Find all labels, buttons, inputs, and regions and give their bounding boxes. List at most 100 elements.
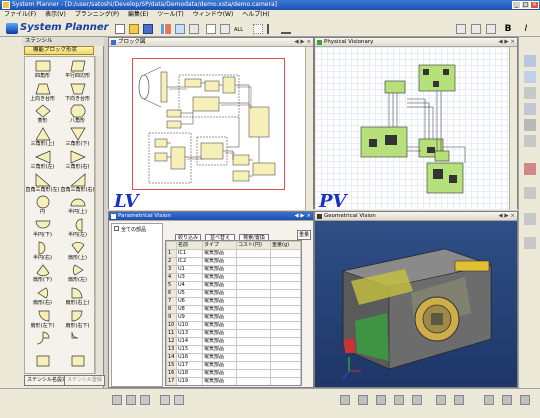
table-cell[interactable]: U13 [176, 329, 203, 338]
table-row[interactable]: 6 U5 電気部品 [166, 289, 301, 298]
distribute-icon[interactable] [160, 395, 170, 405]
stencil-shape[interactable]: 扇形(右) [25, 284, 60, 306]
table-cell[interactable]: 電気部品 [202, 305, 237, 314]
table-cell[interactable]: 電気部品 [202, 369, 237, 378]
stencil-shape[interactable]: 半円(上) [60, 193, 94, 215]
text-color-icon[interactable] [455, 23, 467, 35]
lv-scrollbar[interactable] [305, 47, 313, 210]
measure-icon[interactable] [524, 163, 536, 175]
menu-file[interactable]: ファイル(F) [4, 11, 36, 18]
stencil-shape[interactable]: 扇形(下) [25, 261, 60, 283]
section-icon[interactable] [524, 187, 536, 199]
pv-scrollbar[interactable] [509, 47, 517, 210]
new-file-icon[interactable] [114, 23, 126, 35]
view-side-icon[interactable] [524, 87, 536, 99]
stencil-shape[interactable]: 四角形 [25, 57, 60, 79]
table-cell[interactable]: 電気部品 [202, 281, 237, 290]
table-cell[interactable]: U19 [176, 377, 203, 385]
minimize-button[interactable]: _ [512, 1, 521, 9]
table-row[interactable]: 5 U4 電気部品 [166, 281, 301, 290]
table-cell[interactable]: U6 [176, 297, 203, 306]
table-cell[interactable] [270, 345, 301, 354]
stencil-shape[interactable]: 三角形(下) [60, 125, 94, 147]
group-icon[interactable] [174, 395, 184, 405]
light-icon[interactable] [412, 395, 422, 405]
menu-help[interactable]: ヘルプ(H) [242, 11, 269, 18]
table-row[interactable]: 14 U16 電気部品 [166, 353, 301, 362]
stencil-shape[interactable]: 直角三角形(右) [60, 171, 94, 193]
zoom-all-icon[interactable]: ALL [233, 23, 245, 35]
table-cell[interactable] [271, 386, 301, 387]
pan-icon[interactable] [524, 119, 536, 131]
stencil-shape[interactable] [25, 329, 60, 351]
weight-button[interactable]: 重量 [297, 230, 311, 240]
help-icon[interactable] [502, 395, 512, 405]
table-row[interactable]: 10 U10 電気部品 [166, 321, 301, 330]
stencil-shape[interactable]: 下向き台形 [60, 80, 94, 102]
line-color-icon[interactable] [485, 23, 497, 35]
pv-panel-controls[interactable]: ◀ ▶ × [498, 38, 515, 47]
menu-planning[interactable]: プランニング(P) [75, 11, 119, 18]
table-row[interactable]: 15 U17 電気部品 [166, 361, 301, 370]
view-top-icon[interactable] [524, 71, 536, 83]
lv-block-diagram[interactable] [109, 47, 307, 210]
table-cell[interactable] [270, 289, 301, 298]
col-weight[interactable]: 重量(g) [270, 241, 301, 250]
close-button[interactable]: × [530, 1, 539, 9]
table-cell[interactable] [270, 369, 301, 378]
stencil-shape[interactable]: 扇形(右上) [60, 284, 94, 306]
table-cell[interactable] [236, 297, 271, 306]
table-cell[interactable]: 電気部品 [202, 353, 237, 362]
table-cell[interactable]: 電気部品 [202, 265, 237, 274]
table-cell[interactable]: 電気部品 [202, 297, 237, 306]
stencil-shape[interactable]: 三角形(右) [60, 148, 94, 170]
stencil-shape[interactable]: 三角形(左) [25, 148, 60, 170]
table-cell[interactable]: 電気部品 [202, 345, 237, 354]
bold-icon[interactable]: B [502, 23, 514, 35]
menu-view[interactable]: 表示(V) [45, 11, 66, 18]
align-center-icon[interactable] [126, 395, 136, 405]
more-icon[interactable] [520, 395, 530, 405]
table-cell[interactable] [236, 289, 271, 298]
table-row[interactable]: 3 U1 電気部品 [166, 265, 301, 274]
table-cell[interactable] [236, 273, 271, 282]
table-cell[interactable] [270, 321, 301, 330]
table-cell[interactable]: 電気部品 [202, 313, 237, 322]
table-row[interactable]: 1 IC1 電気部品 [166, 249, 301, 258]
table-row[interactable]: 16 U18 電気部品 [166, 369, 301, 378]
stencil-shape[interactable]: 扇形(左) [60, 261, 94, 283]
table-cell[interactable]: 電気部品 [202, 321, 237, 330]
table-cell[interactable]: U4 [176, 281, 203, 290]
align-left-icon[interactable] [112, 395, 122, 405]
align-right-icon[interactable] [140, 395, 150, 405]
measure-tool-icon[interactable] [376, 395, 386, 405]
table-cell[interactable]: 電気部品 [202, 257, 237, 266]
table-cell[interactable]: U14 [176, 337, 203, 346]
stencil-shape[interactable]: 平行四辺形 [60, 57, 94, 79]
stencil-scrollbar[interactable] [95, 56, 103, 374]
menu-tools[interactable]: ツール(T) [157, 11, 183, 18]
zoom-window-icon[interactable] [219, 23, 231, 35]
stencil-shape[interactable]: 扇形(上) [60, 239, 94, 261]
settings-icon[interactable] [484, 395, 494, 405]
stencil-shape[interactable]: 菱形 [25, 102, 60, 124]
table-cell[interactable]: IC2 [176, 257, 203, 266]
table-cell[interactable]: U20 [177, 386, 203, 387]
table-cell[interactable] [270, 377, 301, 385]
table-cell[interactable]: U5 [176, 289, 203, 298]
table-cell[interactable] [270, 305, 301, 314]
table-cell[interactable] [236, 345, 271, 354]
table-cell[interactable] [270, 297, 301, 306]
table-cell[interactable]: 電気部品 [203, 386, 237, 387]
table-cell[interactable] [270, 273, 301, 282]
maximize-button[interactable]: □ [521, 1, 530, 9]
export-icon[interactable] [454, 395, 464, 405]
table-cell[interactable] [236, 361, 271, 370]
table-cell[interactable] [270, 313, 301, 322]
geom-3d-view[interactable] [315, 221, 517, 387]
align-icon[interactable] [266, 23, 278, 35]
stencil-shape[interactable]: 直角三角形(左) [25, 171, 60, 193]
tree-root-item[interactable]: 全ての部品 [114, 226, 146, 233]
param-panel-controls[interactable]: ◀ ▶ × [294, 212, 311, 221]
fill-color-icon[interactable] [470, 23, 482, 35]
